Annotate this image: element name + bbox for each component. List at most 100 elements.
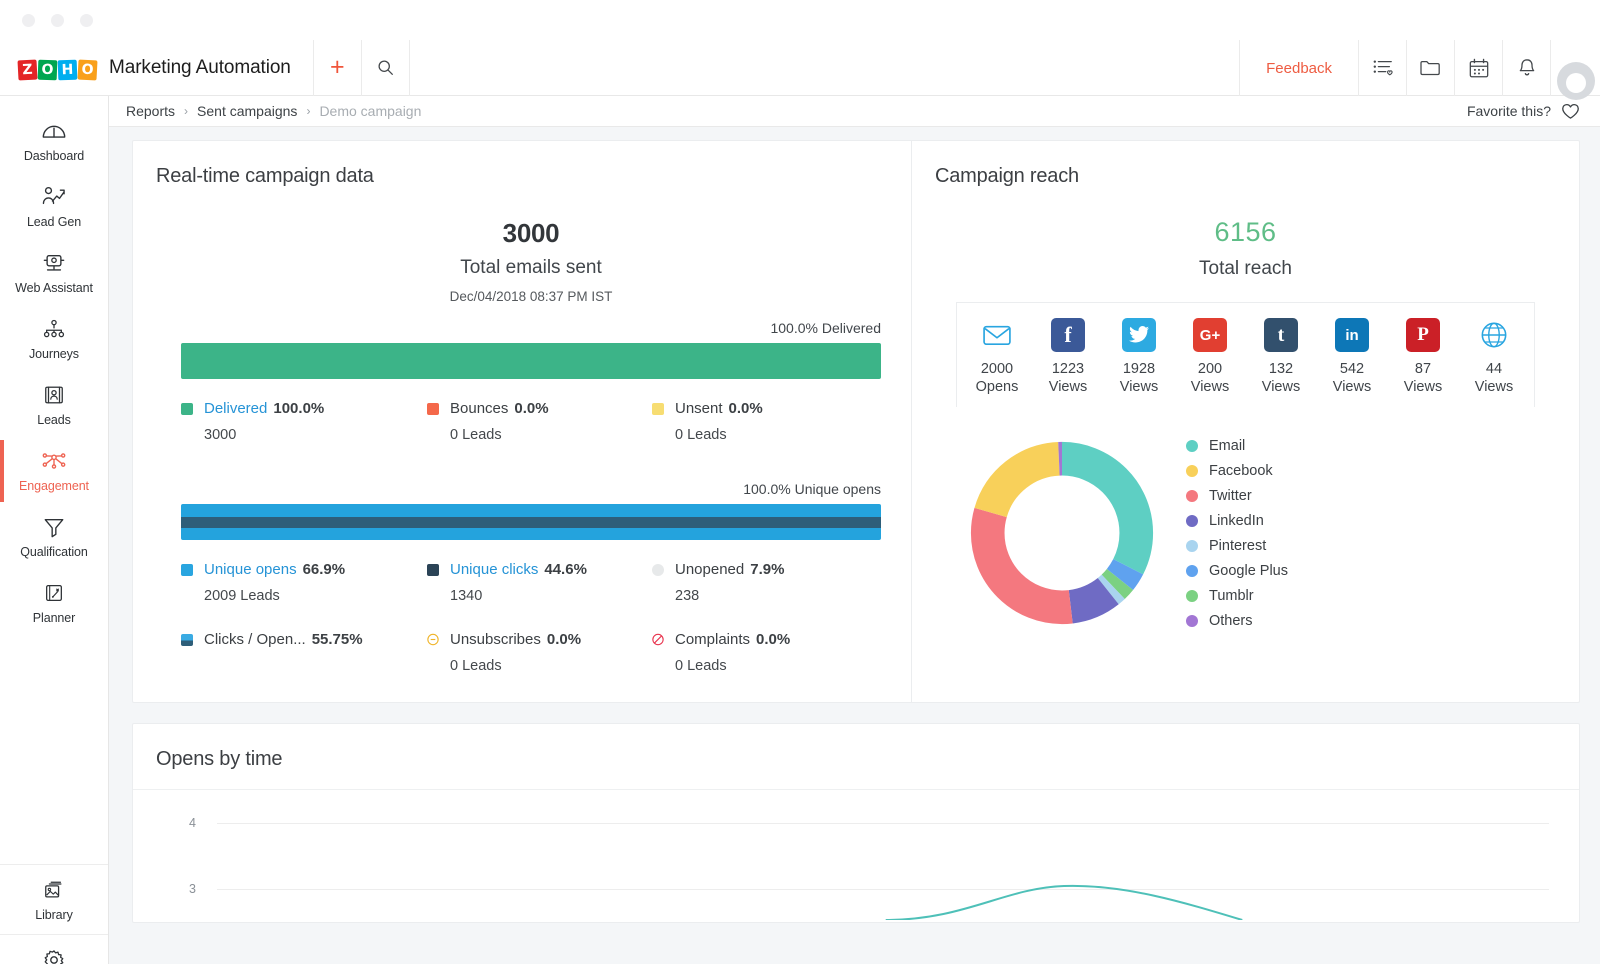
channel-unit: Opens (975, 379, 1019, 395)
sidebar-item-planner[interactable]: Planner (0, 570, 108, 636)
legend-label: Others (1209, 612, 1253, 629)
stat-unopened[interactable]: Unopened 7.9% 238 (652, 561, 881, 604)
breadcrumb-item-sent-campaigns[interactable]: Sent campaigns (197, 103, 297, 119)
realtime-campaign-panel: Real-time campaign data 3000 Total email… (133, 141, 912, 702)
stat-bounces[interactable]: Bounces 0.0% 0 Leads (427, 400, 652, 443)
channel-others[interactable]: 44 Views (1460, 318, 1528, 395)
gear-icon (42, 948, 66, 964)
logo-letter-h: H (57, 59, 78, 80)
stat-value: 44.6% (544, 561, 587, 578)
reach-donut-chart: Email Facebook Twitter LinkedIn Pinteres… (942, 433, 1549, 633)
window-minimize-dot[interactable] (51, 13, 64, 27)
channel-count: 87 (1414, 361, 1432, 377)
legend-dot-twitter (1186, 489, 1198, 502)
search-button[interactable] (362, 40, 409, 96)
unopened-swatch (652, 563, 664, 576)
window-maximize-dot[interactable] (80, 13, 93, 27)
legend-item-email[interactable]: Email (1186, 433, 1288, 458)
web-assistant-icon (41, 251, 67, 275)
stat-sub: 0 Leads (450, 427, 502, 443)
stat-unsubscribes[interactable]: Unsubscribes 0.0% 0 Leads (427, 631, 652, 674)
sidebar-item-web-assistant[interactable]: Web Assistant (0, 240, 108, 306)
channel-google-plus[interactable]: G+ 200 Views (1176, 318, 1244, 395)
channel-facebook[interactable]: f 1223 Views (1034, 318, 1102, 395)
donut-slice-others[interactable] (970, 441, 1154, 625)
stat-unique-opens[interactable]: Unique opens 66.9% 2009 Leads (181, 561, 427, 604)
legend-item-twitter[interactable]: Twitter (1186, 483, 1288, 508)
channel-count: 1928 (1122, 361, 1156, 377)
clicks-opens-swatch (181, 633, 193, 646)
window-close-dot[interactable] (22, 13, 35, 27)
bell-icon (1519, 59, 1534, 76)
sidebar-item-settings[interactable]: Settings (0, 934, 108, 964)
channel-unit: Views (1048, 379, 1088, 395)
opens-line-series (133, 790, 1579, 920)
dashboard-icon (41, 119, 67, 143)
legend-item-facebook[interactable]: Facebook (1186, 458, 1288, 483)
brand[interactable]: Z O H O Marketing Automation (0, 56, 291, 80)
list-heart-button[interactable] (1358, 40, 1406, 96)
donut-legend: Email Facebook Twitter LinkedIn Pinteres… (1186, 433, 1288, 633)
channel-twitter[interactable]: 1928 Views (1105, 318, 1173, 395)
globe-icon (1477, 318, 1511, 352)
legend-dot-tumblr (1186, 589, 1198, 602)
sidebar-item-leads[interactable]: Leads (0, 372, 108, 438)
legend-dot-others (1186, 614, 1198, 627)
legend-item-tumblr[interactable]: Tumblr (1186, 583, 1288, 608)
lead-gen-icon (41, 185, 67, 209)
channel-tumblr[interactable]: t 132 Views (1247, 318, 1315, 395)
zoho-logo: Z O H O (17, 56, 98, 80)
stat-label: Unopened (675, 561, 745, 578)
logo-letter-o1: O (37, 59, 58, 80)
sidebar-item-qualification[interactable]: Qualification (0, 504, 108, 570)
breadcrumb-item-reports[interactable]: Reports (126, 103, 175, 119)
sidebar-item-lead-gen[interactable]: Lead Gen (0, 174, 108, 240)
minus-circle-icon (427, 633, 439, 646)
planner-icon (42, 581, 66, 605)
channel-linkedin[interactable]: in 542 Views (1318, 318, 1386, 395)
opens-by-time-panel: Opens by time 4 3 (132, 723, 1580, 923)
unique-opens-swatch (181, 563, 193, 576)
user-menu[interactable] (1550, 40, 1600, 100)
delivered-bar-caption: 100.0% Delivered (770, 320, 881, 336)
legend-item-linkedin[interactable]: LinkedIn (1186, 508, 1288, 533)
stat-complaints[interactable]: Complaints 0.0% 0 Leads (652, 631, 881, 674)
stat-clicks-per-opens[interactable]: Clicks / Open... 55.75% (181, 631, 427, 674)
total-emails-value: 3000 (502, 218, 560, 248)
delivered-swatch (181, 402, 193, 415)
facebook-icon: f (1051, 318, 1085, 352)
add-new-button[interactable]: + (314, 40, 361, 96)
channel-email[interactable]: 2000 Opens (963, 318, 1031, 395)
favorite-toggle[interactable]: Favorite this? (1467, 103, 1580, 120)
heart-icon (1562, 103, 1579, 119)
donut-svg (970, 441, 1154, 625)
legend-item-others[interactable]: Others (1186, 608, 1288, 633)
campaign-reach-title: Campaign reach (935, 165, 1079, 187)
feedback-button[interactable]: Feedback (1239, 40, 1358, 96)
chevron-right-icon: › (184, 104, 189, 118)
notifications-button[interactable] (1502, 40, 1550, 96)
delivery-stats-row: Delivered 100.0% 3000 Bounces 0.0% 0 Lea… (181, 400, 881, 443)
calendar-button[interactable] (1454, 40, 1502, 96)
dashboard-content: Real-time campaign data 3000 Total email… (109, 127, 1600, 964)
channel-pinterest[interactable]: P 87 Views (1389, 318, 1457, 395)
sidebar-item-dashboard[interactable]: Dashboard (0, 108, 108, 174)
stat-delivered[interactable]: Delivered 100.0% 3000 (181, 400, 427, 443)
stat-unsent[interactable]: Unsent 0.0% 0 Leads (652, 400, 881, 443)
library-icon (41, 878, 67, 902)
opens-by-time-title: Opens by time (133, 724, 1579, 790)
stat-unique-clicks[interactable]: Unique clicks 44.6% 1340 (427, 561, 652, 604)
channel-row: 2000 Opens f 1223 Views 1928 Views G+ 20… (963, 318, 1528, 395)
total-emails-label: Total emails sent (460, 257, 602, 278)
twitter-icon (1122, 318, 1156, 352)
unique-clicks-swatch (427, 563, 439, 576)
sidebar-item-journeys[interactable]: Journeys (0, 306, 108, 372)
sidebar-item-engagement[interactable]: Engagement (0, 438, 108, 504)
folder-button[interactable] (1406, 40, 1454, 96)
app-header: Z O H O Marketing Automation + Feedback (0, 39, 1600, 100)
legend-item-pinterest[interactable]: Pinterest (1186, 533, 1288, 558)
stat-value: 0.0% (728, 400, 763, 417)
legend-item-google-plus[interactable]: Google Plus (1186, 558, 1288, 583)
legend-label: Email (1209, 437, 1246, 454)
sidebar-item-library[interactable]: Library (0, 864, 108, 934)
